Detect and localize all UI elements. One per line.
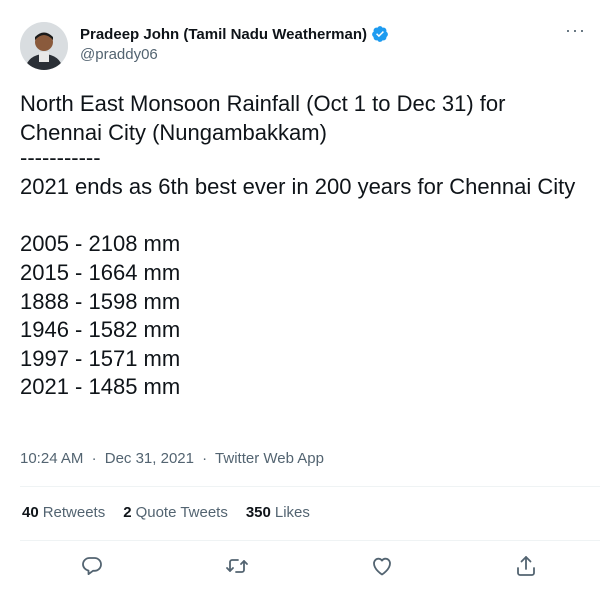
retweets-stat[interactable]: 40 Retweets bbox=[22, 504, 105, 521]
tweet-line: North East Monsoon Rainfall (Oct 1 to De… bbox=[20, 91, 506, 145]
tweet-line: 2021 ends as 6th best ever in 200 years … bbox=[20, 174, 576, 200]
verified-badge-icon bbox=[371, 25, 389, 43]
retweet-icon[interactable] bbox=[225, 554, 249, 578]
rainfall-record: 1997 - 1571 mm bbox=[20, 345, 181, 371]
rainfall-record: 1946 - 1582 mm bbox=[20, 317, 181, 343]
tweet-text: North East Monsoon Rainfall (Oct 1 to De… bbox=[20, 90, 590, 402]
tweet-card: Pradeep John (Tamil Nadu Weatherman) @pr… bbox=[0, 0, 600, 600]
rainfall-record: 2021 - 1485 mm bbox=[20, 374, 181, 400]
likes-count: 350 bbox=[245, 504, 271, 521]
retweets-count: 40 bbox=[22, 504, 39, 521]
meta-separator: · bbox=[91, 450, 97, 467]
author-name-row: Pradeep John (Tamil Nadu Weatherman) bbox=[80, 25, 389, 43]
tweet-separator: ----------- bbox=[20, 145, 101, 171]
tweet-meta: 10:24 AM · Dec 31, 2021 · Twitter Web Ap… bbox=[20, 450, 324, 467]
meta-separator: · bbox=[202, 450, 208, 467]
user-handle[interactable]: @praddy06 bbox=[80, 46, 158, 63]
avatar[interactable] bbox=[20, 22, 68, 70]
tweet-source[interactable]: Twitter Web App bbox=[215, 450, 324, 467]
likes-label: Likes bbox=[274, 504, 310, 521]
divider bbox=[20, 540, 600, 541]
rainfall-record: 1888 - 1598 mm bbox=[20, 288, 181, 314]
retweets-label: Retweets bbox=[42, 504, 106, 521]
quote-tweets-count: 2 bbox=[123, 504, 132, 521]
rainfall-record: 2015 - 1664 mm bbox=[20, 259, 181, 285]
like-heart-icon[interactable] bbox=[370, 554, 394, 578]
reply-icon[interactable] bbox=[80, 554, 104, 578]
engagement-stats: 40 Retweets 2 Quote Tweets 350 Likes bbox=[22, 504, 310, 521]
quote-tweets-label: Quote Tweets bbox=[135, 504, 228, 521]
action-bar bbox=[0, 548, 600, 584]
divider bbox=[20, 486, 600, 487]
quote-tweets-stat[interactable]: 2 Quote Tweets bbox=[123, 504, 228, 521]
likes-stat[interactable]: 350 Likes bbox=[246, 504, 310, 521]
tweet-date[interactable]: Dec 31, 2021 bbox=[105, 450, 194, 467]
tweet-time[interactable]: 10:24 AM bbox=[20, 450, 83, 467]
more-options-icon[interactable]: ··· bbox=[565, 21, 586, 39]
share-icon[interactable] bbox=[514, 554, 538, 578]
rainfall-record: 2005 - 2108 mm bbox=[20, 231, 181, 257]
display-name[interactable]: Pradeep John (Tamil Nadu Weatherman) bbox=[80, 26, 367, 43]
